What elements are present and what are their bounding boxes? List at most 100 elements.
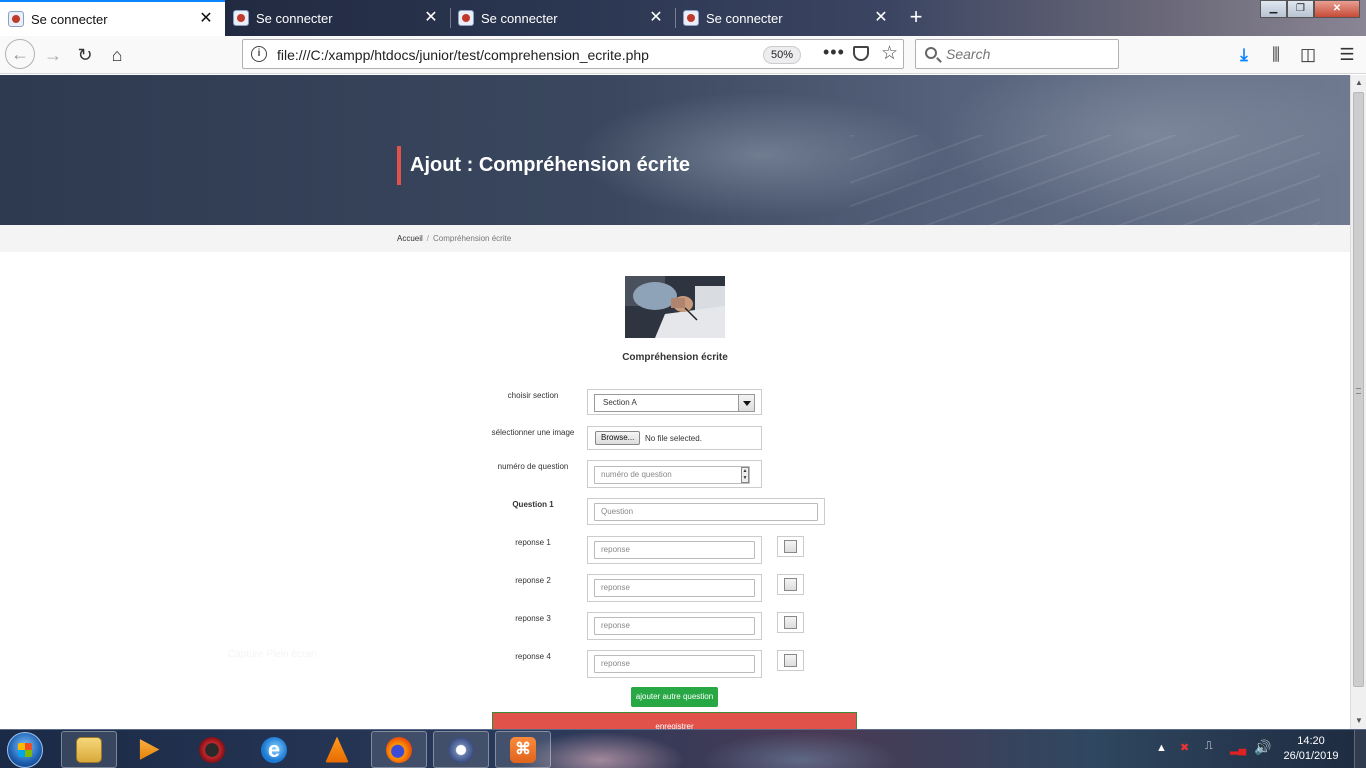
dropdown-arrow-icon[interactable] (738, 395, 754, 411)
taskbar-xampp[interactable]: ⌘ (495, 731, 551, 768)
show-desktop-button[interactable] (1354, 730, 1366, 768)
maximize-icon[interactable]: ❐ (1287, 0, 1314, 18)
home-icon[interactable]: ⌂ (102, 40, 132, 70)
page-actions-ellipsis-icon[interactable]: ••• (823, 42, 845, 63)
window-close-icon[interactable]: ✕ (1314, 0, 1360, 18)
hamburger-menu-icon[interactable]: ☰ (1332, 40, 1362, 70)
system-clock[interactable]: 14:20 26/01/2019 (1276, 734, 1346, 764)
zoom-level-badge[interactable]: 50% (763, 46, 802, 64)
question-input[interactable]: Question (594, 503, 818, 521)
clock-time: 14:20 (1297, 735, 1325, 747)
volume-speaker-icon[interactable]: 🔊 (1254, 739, 1271, 756)
minimize-icon[interactable]: ▁ (1260, 0, 1287, 18)
scroll-down-arrow-icon[interactable]: ▼ (1351, 713, 1366, 729)
page-favicon-icon (458, 10, 474, 26)
media-player-icon (139, 739, 160, 760)
answer-placeholder: reponse (601, 659, 630, 668)
breadcrumb-current: Compréhension écrite (433, 234, 512, 243)
question-number-wrapper: numéro de question ▲ ▼ (587, 460, 762, 488)
add-question-button[interactable]: ajouter autre question (631, 687, 718, 707)
xampp-icon: ⌘ (510, 736, 536, 763)
close-icon[interactable]: ✕ (647, 10, 665, 26)
windows-taskbar: e ⌘ ▲ ✖ ⎍ ▂▄ 🔊 14:20 26/01/2019 (0, 729, 1366, 768)
site-info-icon[interactable]: i (251, 46, 267, 62)
answer-2-correct-wrapper (777, 574, 804, 595)
taskbar-bittorrent[interactable] (433, 731, 489, 768)
taskbar-firefox[interactable] (371, 731, 427, 768)
taskbar-opera[interactable] (184, 731, 240, 768)
library-icon[interactable]: ⫼ (1261, 40, 1291, 70)
answer-4-correct-checkbox[interactable] (784, 654, 797, 667)
answer-2-label: reponse 2 (515, 576, 551, 585)
usb-device-icon[interactable]: ⎍ (1205, 740, 1213, 753)
download-icon[interactable]: ⤓ (1229, 40, 1259, 70)
tab-se-connecter-1[interactable]: Se connecter ✕ (0, 0, 225, 36)
forward-arrow-icon[interactable]: → (38, 40, 68, 70)
vlc-icon (325, 736, 349, 763)
tab-se-connecter-3[interactable]: Se connecter ✕ (450, 0, 675, 36)
answer-1-correct-checkbox[interactable] (784, 540, 797, 553)
reload-icon[interactable]: ↻ (70, 40, 100, 70)
network-warning-icon[interactable]: ✖ (1180, 741, 1189, 754)
question-wrapper: Question (587, 498, 825, 525)
opera-icon (199, 736, 225, 763)
close-icon[interactable]: ✕ (197, 11, 215, 27)
breadcrumb: Accueil / Compréhension écrite (0, 225, 1350, 252)
new-tab-plus-icon[interactable]: + (904, 4, 928, 30)
internet-explorer-icon: e (261, 736, 287, 763)
answer-2-correct-checkbox[interactable] (784, 578, 797, 591)
url-text[interactable]: file:///C:/xampp/htdocs/junior/test/comp… (277, 47, 649, 63)
explorer-icon (76, 736, 102, 763)
taskbar-media-player[interactable] (121, 731, 177, 768)
answer-placeholder: reponse (601, 583, 630, 592)
search-input[interactable] (946, 46, 1106, 62)
number-spinner-icon[interactable]: ▲ ▼ (741, 467, 749, 483)
question-label: Question 1 (512, 500, 554, 509)
tab-se-connecter-4[interactable]: Se connecter ✕ (675, 0, 900, 36)
start-button-windows-icon[interactable] (7, 732, 43, 768)
scroll-up-arrow-icon[interactable]: ▲ (1351, 75, 1366, 91)
tray-expand-arrow-icon[interactable]: ▲ (1156, 742, 1167, 754)
breadcrumb-separator: / (426, 234, 430, 243)
search-bar[interactable] (915, 39, 1119, 69)
url-bar[interactable]: i file:///C:/xampp/htdocs/junior/test/co… (242, 39, 904, 69)
pocket-icon[interactable] (853, 46, 869, 61)
sidebar-icon[interactable]: ◫ (1293, 40, 1323, 70)
answer-3-input[interactable]: reponse (594, 617, 755, 635)
answer-4-input[interactable]: reponse (594, 655, 755, 673)
signal-bars-icon[interactable]: ▂▄ (1230, 742, 1246, 755)
browse-button[interactable]: Browse... (595, 431, 641, 445)
clock-date: 26/01/2019 (1283, 750, 1339, 762)
save-button[interactable]: enregistrer (492, 712, 857, 729)
writing-hand-photo (625, 276, 725, 338)
section-select-wrapper: Section A (587, 389, 762, 415)
taskbar-internet-explorer[interactable]: e (246, 731, 302, 768)
taskbar-vlc[interactable] (309, 731, 365, 768)
image-upload-wrapper: Browse... No file selected. (587, 426, 762, 450)
section-thumbnail-image (625, 276, 725, 338)
answer-1-input[interactable]: reponse (594, 541, 755, 559)
close-icon[interactable]: ✕ (872, 10, 890, 26)
answer-3-label: reponse 3 (515, 614, 551, 623)
back-arrow-icon[interactable]: ← (5, 39, 35, 69)
no-file-text: No file selected. (645, 434, 702, 443)
vertical-scrollbar[interactable]: ▲ ▼ (1350, 75, 1366, 729)
tab-title: Se connecter (481, 10, 558, 26)
image-upload-label: sélectionner une image (491, 428, 575, 437)
close-icon[interactable]: ✕ (422, 10, 440, 26)
firefox-icon (386, 736, 412, 763)
answer-4-wrapper: reponse (587, 650, 762, 678)
answer-3-correct-checkbox[interactable] (784, 616, 797, 629)
taskbar-explorer[interactable] (61, 731, 117, 768)
scrollbar-thumb[interactable] (1353, 92, 1364, 687)
breadcrumb-home-link[interactable]: Accueil (397, 234, 423, 243)
answer-2-input[interactable]: reponse (594, 579, 755, 597)
section-select[interactable]: Section A (594, 394, 755, 412)
question-number-input[interactable]: numéro de question (594, 466, 750, 484)
bookmark-star-icon[interactable]: ☆ (881, 42, 898, 65)
section-heading: Compréhension écrite (622, 352, 728, 363)
navigation-toolbar: ← → ↻ ⌂ i file:///C:/xampp/htdocs/junior… (0, 36, 1366, 74)
tab-se-connecter-2[interactable]: Se connecter ✕ (225, 0, 450, 36)
scrollbar-grip-icon (1356, 388, 1361, 394)
page-favicon-icon (233, 10, 249, 26)
